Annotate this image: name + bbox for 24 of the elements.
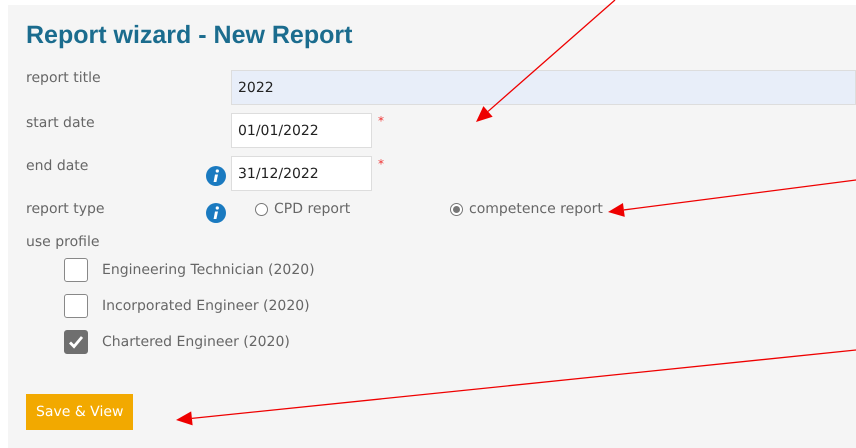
- checkbox-label: Chartered Engineer (2020): [102, 334, 290, 350]
- info-icon[interactable]: [206, 203, 226, 223]
- field-label: report title: [26, 70, 101, 86]
- checkbox[interactable]: [64, 330, 88, 354]
- checkmark-icon: [68, 335, 84, 349]
- radio-button[interactable]: [255, 202, 268, 216]
- required-mark: *: [378, 156, 384, 170]
- required-mark: *: [378, 113, 384, 127]
- page-title: Report wizard - New Report: [26, 21, 352, 50]
- date-field[interactable]: 01/01/2022: [231, 113, 372, 148]
- field-label: use profile: [26, 233, 100, 250]
- input-field[interactable]: 2022: [231, 70, 856, 105]
- date-field[interactable]: 31/12/2022: [231, 156, 372, 191]
- field-label: report type: [26, 200, 104, 217]
- checkbox-label: Engineering Technician (2020): [102, 262, 315, 278]
- info-icon[interactable]: [206, 166, 226, 186]
- field-label: start date: [26, 114, 95, 131]
- checkbox[interactable]: [64, 294, 88, 318]
- checkbox-label: Incorporated Engineer (2020): [102, 298, 310, 314]
- radio-option[interactable]: competence report: [450, 201, 645, 217]
- radio-button[interactable]: [450, 202, 463, 216]
- checkbox[interactable]: [64, 258, 88, 282]
- field-label: end date: [26, 157, 88, 174]
- radio-option[interactable]: CPD report: [255, 201, 450, 217]
